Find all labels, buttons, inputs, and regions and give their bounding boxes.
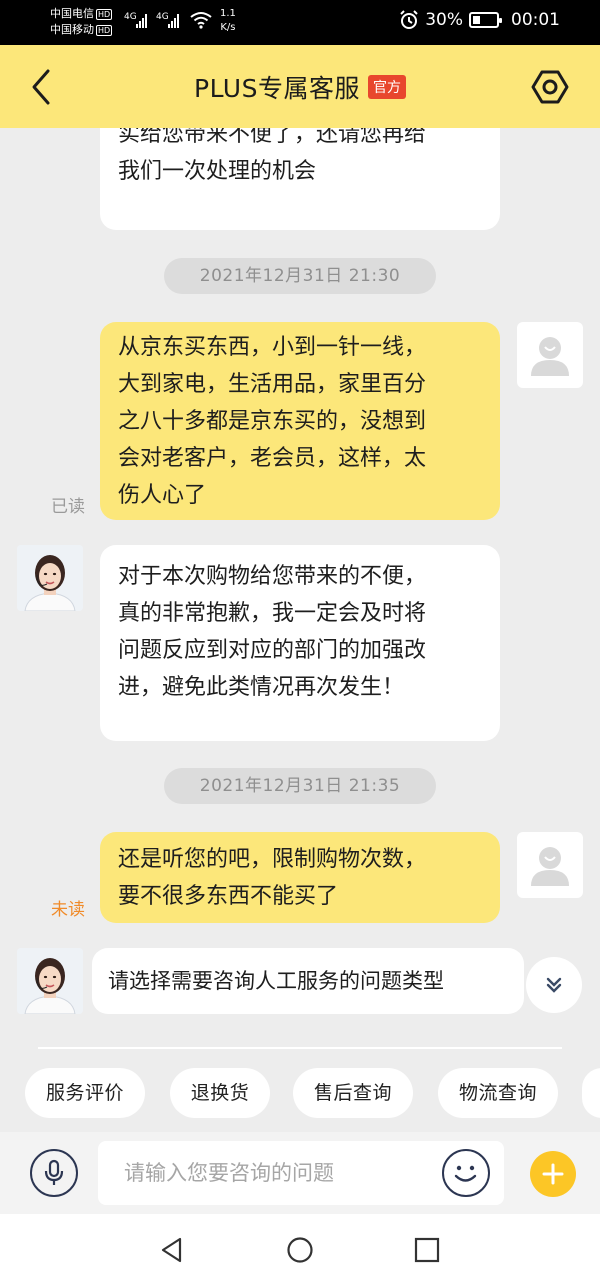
timestamp-2: 2021年12月31日 21:35 <box>164 768 436 804</box>
network-speed: 1.1 K/s <box>220 7 236 35</box>
message-line: 伤人心了 <box>118 483 207 508</box>
agent-avatar[interactable] <box>17 948 83 1014</box>
status-bar: 中国电信 HD 中国移动 HD 4G 4G 1.1 K/s 30% 00:01 <box>0 0 600 45</box>
battery-fill <box>473 16 480 24</box>
message-line: 会对老客户，老会员，这样，太 <box>118 446 427 471</box>
network-type-2: 4G <box>156 12 169 22</box>
message-line: 要不很多东西不能买了 <box>118 884 339 909</box>
agent-avatar-image <box>17 948 83 1014</box>
nav-home-icon[interactable] <box>286 1236 314 1264</box>
message-agent-2: 对于本次购物给您带来的不便， 真的非常抱歉，我一定会及时将 问题反应到对应的部门… <box>100 545 500 741</box>
message-line: 还是听您的吧，限制购物次数， <box>118 847 427 872</box>
voice-button[interactable] <box>30 1149 78 1197</box>
carrier-1: 中国电信 <box>50 7 94 20</box>
signal-icon-2 <box>168 14 179 28</box>
unread-status: 未读 <box>51 900 85 920</box>
page-title: PLUS专属客服 <box>194 74 360 103</box>
message-line: 问题反应到对应的部门的加强改 <box>118 638 427 663</box>
nav-back-icon[interactable] <box>158 1236 186 1264</box>
message-user-1: 从京东买东西，小到一针一线， 大到家电，生活用品，家里百分 之八十多都是京东买的… <box>100 322 500 520</box>
input-bar <box>0 1132 600 1214</box>
emoji-button[interactable] <box>442 1149 490 1197</box>
speed-unit: K/s <box>220 22 236 33</box>
chat-header: PLUS专属客服 官方 <box>0 45 600 128</box>
read-status: 已读 <box>51 497 85 517</box>
battery-percent: 30% <box>425 10 463 30</box>
signal-icon-1 <box>136 14 147 28</box>
user-avatar[interactable] <box>517 832 583 898</box>
speed-value: 1.1 <box>220 8 236 19</box>
default-user-icon <box>531 337 569 376</box>
double-chevron-down-icon <box>546 977 562 993</box>
message-line: 之八十多都是京东买的，没想到 <box>118 409 427 434</box>
clock: 00:01 <box>511 10 560 30</box>
nav-recents-icon[interactable] <box>414 1237 440 1263</box>
quick-reply-logistics[interactable]: 物流查询 <box>438 1068 558 1118</box>
chat-messages[interactable]: 实给您带来不便了，还请您再给 我们一次处理的机会 2021年12月31日 21:… <box>0 128 600 1054</box>
quick-reply-bar: 服务评价 退换货 售后查询 物流查询 <box>0 1054 600 1132</box>
message-line: 大到家电，生活用品，家里百分 <box>118 372 427 397</box>
official-badge: 官方 <box>367 75 406 99</box>
message-line: 我们一次处理的机会 <box>118 159 317 184</box>
smiley-icon <box>454 1165 477 1182</box>
hexagon-settings-icon <box>531 70 569 104</box>
divider <box>38 1047 562 1049</box>
wifi-icon <box>190 12 212 29</box>
quick-reply-return[interactable]: 退换货 <box>170 1068 270 1118</box>
quick-reply-after-sales[interactable]: 售后查询 <box>293 1068 413 1118</box>
hd-badge-2: HD <box>96 24 113 36</box>
status-right: 30% 00:01 <box>399 10 560 30</box>
message-line: 从京东买东西，小到一针一线， <box>118 335 427 360</box>
quick-reply-more[interactable] <box>582 1068 600 1118</box>
user-avatar[interactable] <box>517 322 583 388</box>
carrier-2: 中国移动 <box>50 23 94 36</box>
message-line: 实给您带来不便了，还请您再给 <box>118 128 427 147</box>
microphone-icon <box>44 1159 64 1185</box>
more-actions-button[interactable] <box>530 1151 576 1197</box>
system-nav-bar <box>0 1214 600 1284</box>
timestamp-1: 2021年12月31日 21:30 <box>164 258 436 294</box>
message-line: 对于本次购物给您带来的不便， <box>118 564 427 589</box>
alarm-icon <box>400 10 418 29</box>
agent-avatar[interactable] <box>17 545 83 611</box>
message-line: 真的非常抱歉，我一定会及时将 <box>118 601 427 626</box>
expand-button[interactable] <box>526 957 582 1013</box>
title-wrap: PLUS专属客服 官方 <box>0 69 600 105</box>
message-user-2: 还是听您的吧，限制购物次数， 要不很多东西不能买了 <box>100 832 500 923</box>
quick-reply-rating[interactable]: 服务评价 <box>25 1068 145 1118</box>
network-type-1: 4G <box>124 12 137 22</box>
message-agent-1: 实给您带来不便了，还请您再给 我们一次处理的机会 <box>100 128 500 230</box>
agent-avatar-image <box>17 545 83 611</box>
battery-icon <box>469 12 502 28</box>
settings-button[interactable] <box>530 67 570 107</box>
default-user-icon <box>531 847 569 886</box>
plus-icon <box>542 1163 564 1185</box>
message-line: 进，避免此类情况再次发生！ <box>118 675 405 700</box>
hd-badge-1: HD <box>96 8 113 20</box>
carrier-info: 中国电信 HD 中国移动 HD <box>50 6 113 38</box>
message-agent-3: 请选择需要咨询人工服务的问题类型 <box>92 948 524 1014</box>
